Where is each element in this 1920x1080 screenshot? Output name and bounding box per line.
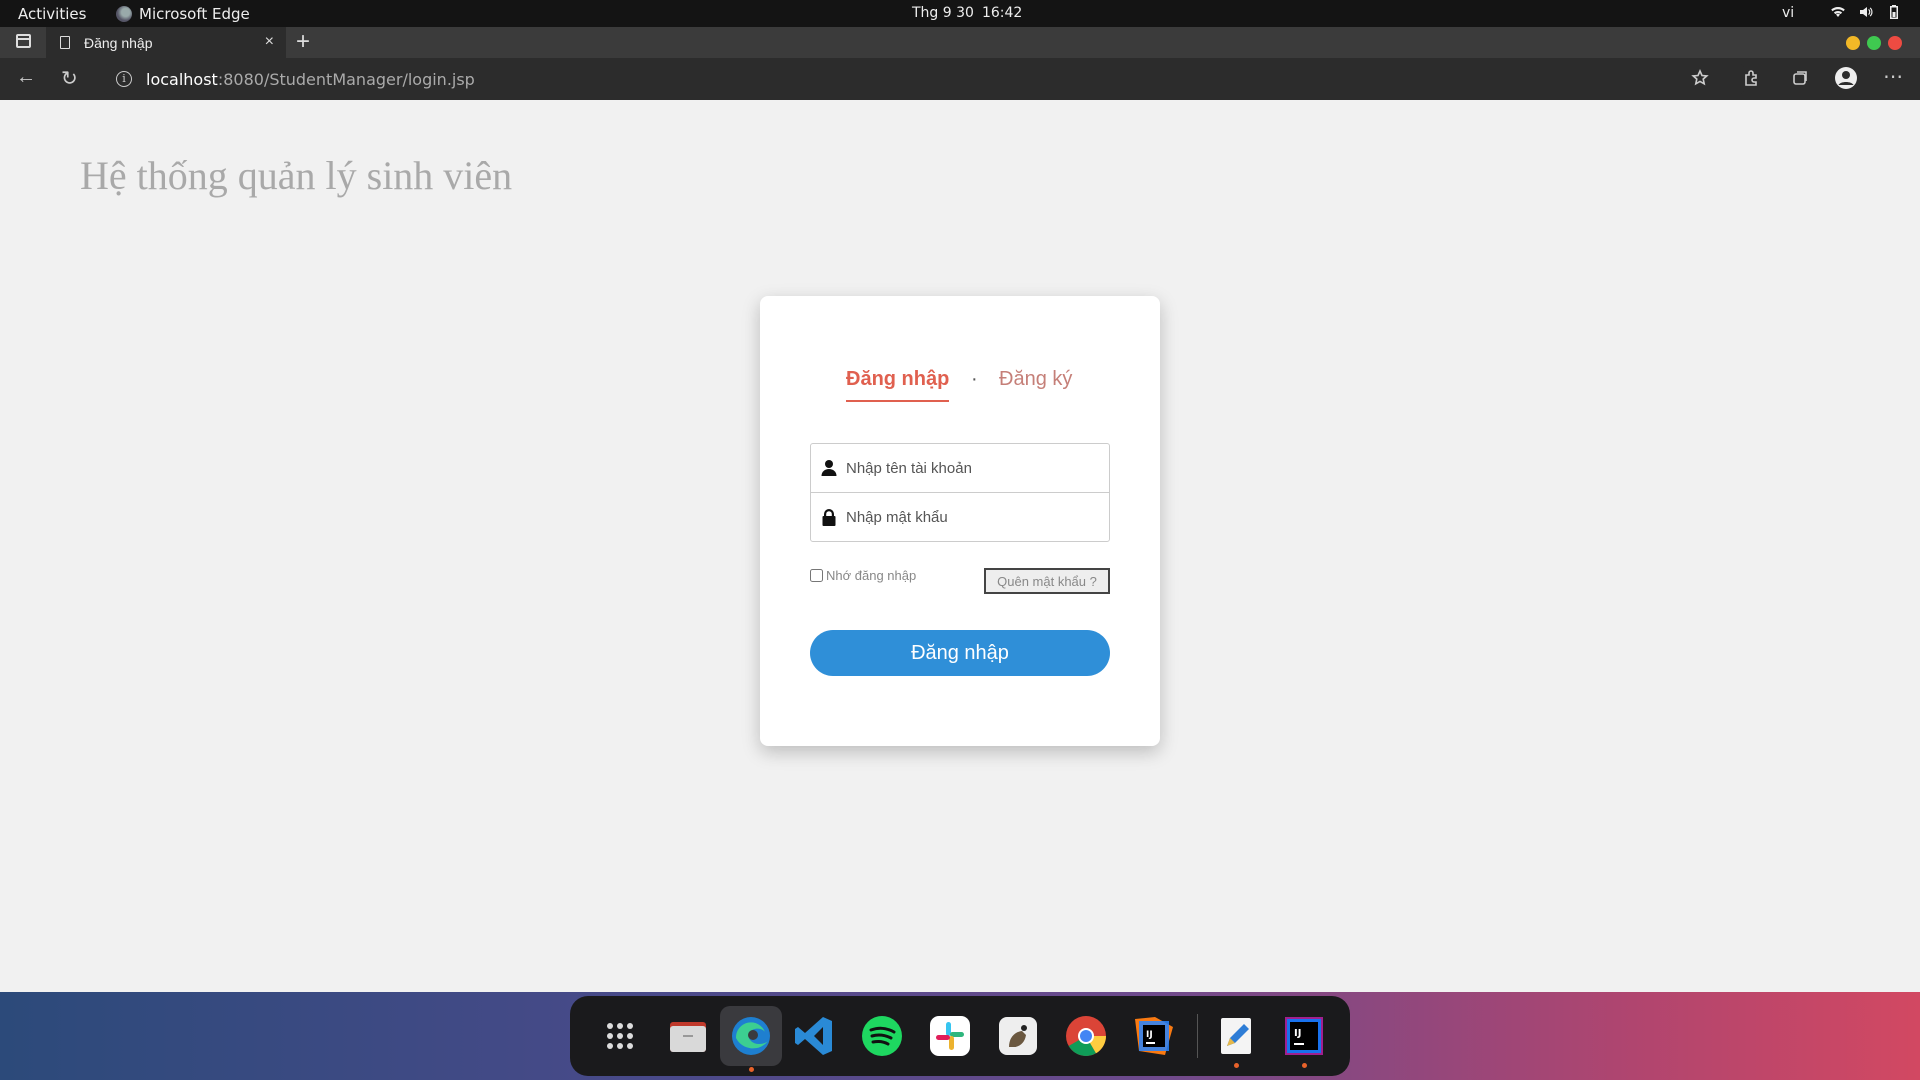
running-indicator <box>1302 1063 1307 1068</box>
system-top-bar: Activities Microsoft Edge Thg 9 30 16:42 … <box>0 0 1920 27</box>
clock[interactable]: Thg 9 30 16:42 <box>912 5 1022 21</box>
profile-avatar-icon[interactable] <box>1834 66 1858 90</box>
tab-login-form[interactable]: Đăng nhập <box>846 368 950 402</box>
login-button[interactable]: Đăng nhập <box>810 630 1110 676</box>
remember-checkbox[interactable] <box>810 569 823 582</box>
jetbrains-toolbox-icon[interactable]: IJ <box>1128 1010 1180 1062</box>
app-menu[interactable]: Microsoft Edge <box>116 5 250 23</box>
password-input[interactable] <box>846 508 1096 526</box>
remember-label: Nhớ đăng nhập <box>826 568 917 583</box>
running-indicator <box>1234 1063 1239 1068</box>
reload-icon[interactable]: ↻ <box>61 66 78 91</box>
language-indicator[interactable]: vi <box>1782 5 1794 21</box>
username-input[interactable] <box>846 459 1096 477</box>
back-icon[interactable]: ← <box>16 66 36 89</box>
spotify-icon[interactable] <box>856 1010 908 1062</box>
collections-icon[interactable] <box>1791 69 1809 87</box>
intellij-icon[interactable]: IJ <box>1278 1010 1330 1068</box>
more-menu-icon[interactable]: ⋯ <box>1883 64 1903 89</box>
tab-separator: · <box>971 368 978 390</box>
tab-title: Đăng nhập <box>84 34 153 51</box>
system-tray[interactable] <box>1830 4 1902 20</box>
battery-icon <box>1890 5 1898 19</box>
user-icon <box>821 460 837 476</box>
page-icon <box>60 36 70 49</box>
username-field <box>810 443 1110 493</box>
dock-separator <box>1197 1014 1198 1058</box>
tab-login[interactable]: Đăng nhập × <box>46 27 286 58</box>
site-info-icon[interactable]: i <box>116 71 132 87</box>
running-indicator <box>749 1067 754 1072</box>
page-title: Hệ thống quản lý sinh viên <box>80 153 513 198</box>
gimp-icon[interactable] <box>992 1010 1044 1062</box>
close-tab-icon[interactable]: × <box>265 33 274 51</box>
extensions-icon[interactable] <box>1742 69 1760 87</box>
svg-text:IJ: IJ <box>1146 1030 1153 1040</box>
login-card: Đăng nhập · Đăng ký Nhớ đăng nhập Quên m… <box>760 296 1160 746</box>
url-text[interactable]: localhost:8080/StudentManager/login.jsp <box>146 70 475 89</box>
browser-tab-bar: Đăng nhập × + <box>0 27 1920 58</box>
activities-button[interactable]: Activities <box>18 5 86 23</box>
volume-icon <box>1860 7 1873 17</box>
page-content: Hệ thống quản lý sinh viên Đăng nhập · Đ… <box>0 100 1920 992</box>
url-host: localhost <box>146 69 218 89</box>
edge-icon[interactable] <box>720 1006 782 1072</box>
chrome-icon[interactable] <box>1060 1010 1112 1062</box>
time-label: 16:42 <box>981 5 1023 21</box>
slack-icon[interactable] <box>924 1010 976 1062</box>
svg-text:IJ: IJ <box>1294 1028 1301 1039</box>
minimize-button[interactable] <box>1846 36 1860 50</box>
app-name-label: Microsoft Edge <box>139 5 250 23</box>
lock-icon <box>822 509 836 526</box>
favorite-add-icon[interactable] <box>1691 69 1709 87</box>
forgot-password-button[interactable]: Quên mật khẩu ? <box>984 568 1110 594</box>
dock: IJ IJ <box>570 996 1350 1076</box>
apps-grid-icon[interactable] <box>594 1010 646 1062</box>
vscode-icon[interactable] <box>788 1010 840 1062</box>
browser-toolbar: ← ↻ i localhost:8080/StudentManager/logi… <box>0 58 1920 100</box>
text-editor-icon[interactable] <box>1210 1010 1262 1068</box>
remember-me[interactable]: Nhớ đăng nhập <box>810 568 916 583</box>
close-window-button[interactable] <box>1888 36 1902 50</box>
date-label: Thg 9 30 <box>912 5 974 21</box>
tab-actions-icon[interactable] <box>16 34 31 48</box>
password-field <box>810 492 1110 542</box>
new-tab-button[interactable]: + <box>296 28 310 56</box>
edge-icon <box>116 6 132 22</box>
url-path: :8080/StudentManager/login.jsp <box>217 69 475 89</box>
maximize-button[interactable] <box>1867 36 1881 50</box>
tab-register-form[interactable]: Đăng ký <box>999 368 1072 391</box>
wifi-icon <box>1831 7 1845 17</box>
files-icon[interactable] <box>662 1010 714 1062</box>
address-bar[interactable]: i localhost:8080/StudentManager/login.js… <box>104 64 1744 94</box>
